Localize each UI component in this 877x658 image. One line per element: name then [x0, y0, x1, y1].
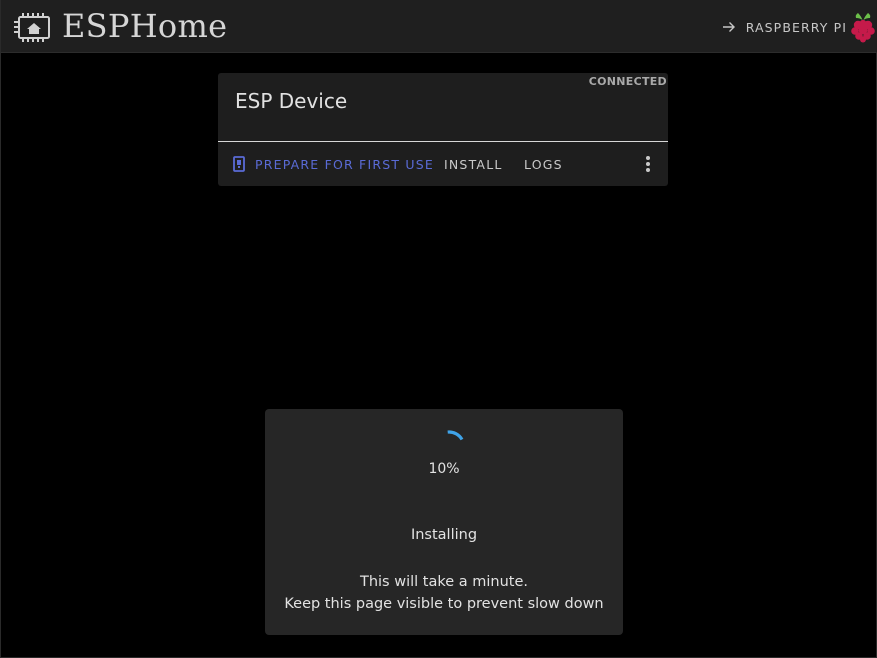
install-progress-dialog: 10% Installing This will take a minute. …: [265, 409, 623, 635]
esphome-chip-icon: [14, 13, 50, 42]
install-button[interactable]: INSTALL: [444, 142, 503, 186]
install-message-line-2: Keep this page visible to prevent slow d…: [284, 596, 604, 612]
progress-spinner-icon: [447, 430, 464, 441]
install-message: This will take a minute. Keep this page …: [265, 571, 623, 615]
device-card: CONNECTED ESP Device PREPARE FOR FIRST U…: [218, 73, 668, 186]
status-badge: CONNECTED: [588, 75, 667, 88]
card-actions: PREPARE FOR FIRST USE INSTALL LOGS: [218, 142, 668, 186]
arrow-right-icon: [722, 22, 735, 32]
install-status: Installing: [410, 527, 478, 543]
progress-percent: 10%: [428, 461, 460, 477]
raspberry-pi-icon: [851, 13, 875, 43]
top-app-bar: ESPHome RASPBERRY PI: [1, 0, 877, 53]
logs-button[interactable]: LOGS: [524, 142, 563, 186]
remote-host-link[interactable]: RASPBERRY PI: [721, 11, 876, 43]
remote-host-label: RASPBERRY PI: [745, 19, 847, 35]
more-vertical-icon[interactable]: [638, 152, 658, 176]
app-title: ESPHome: [62, 7, 228, 45]
prepare-for-first-use-button[interactable]: PREPARE FOR FIRST USE: [233, 142, 434, 186]
usb-device-icon: [233, 156, 245, 172]
prepare-label: PREPARE FOR FIRST USE: [255, 156, 434, 172]
device-name: ESP Device: [235, 89, 348, 113]
install-message-line-1: This will take a minute.: [359, 574, 529, 590]
app-window: ESPHome RASPBERRY PI CONNECTED ESP Devic…: [0, 0, 877, 658]
